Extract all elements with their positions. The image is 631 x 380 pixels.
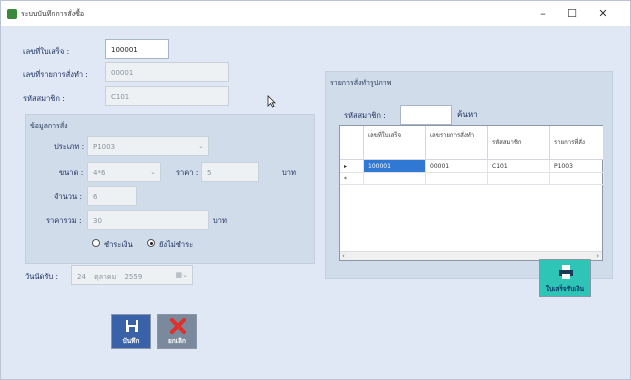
- size-label: ขนาด :: [59, 168, 84, 177]
- title-bar: ระบบบันทึกการสั่งซื้อ – ☐ ✕: [1, 1, 630, 27]
- grid-cell[interactable]: C101: [488, 160, 550, 173]
- chevron-down-icon: ⌄: [150, 168, 156, 176]
- grid-cell-empty[interactable]: [364, 173, 426, 185]
- unpaid-radio-label: ยังไม่ชำระ: [159, 240, 194, 249]
- type-value: P1003: [93, 143, 116, 151]
- cancel-button[interactable]: ยกเลิก: [157, 314, 197, 349]
- search-label: รหัสสมาชิก :: [344, 111, 386, 120]
- invoice-field[interactable]: 100001: [105, 39, 169, 59]
- scroll-right-icon[interactable]: ›: [596, 252, 599, 260]
- app-icon: [7, 9, 17, 19]
- total-unit: บาท: [213, 216, 227, 225]
- save-button[interactable]: บันทึก: [111, 314, 151, 349]
- close-button[interactable]: ✕: [591, 5, 615, 23]
- app-window: ระบบบันทึกการสั่งซื้อ – ☐ ✕ เลขที่ใบเสร็…: [0, 0, 631, 380]
- cancel-button-label: ยกเลิก: [168, 337, 186, 345]
- invoice-label: เลขที่ใบเสร็จ :: [23, 47, 70, 56]
- order-panel: ข้อมูลการสั่ง ประเภท : P1003 ⌄ ขนาด : 4*…: [25, 114, 315, 264]
- save-button-label: บันทึก: [122, 337, 140, 345]
- grid-header-member[interactable]: รหัสสมาชิก: [488, 126, 550, 160]
- list-panel-title: รายการสั่งทำรูปภาพ: [330, 79, 392, 87]
- grid-cell-empty[interactable]: [550, 173, 604, 185]
- price-field[interactable]: 5: [201, 162, 259, 182]
- member-label: รหัสสมาชิก :: [23, 94, 65, 103]
- orders-grid[interactable]: เลขที่ใบเสร็จ เลขรายการสั่งทำ รหัสสมาชิก…: [339, 125, 604, 261]
- grid-corner: [340, 126, 364, 160]
- grid-header-invoice[interactable]: เลขที่ใบเสร็จ: [364, 126, 426, 160]
- pickup-month: ตุลาคม: [94, 273, 117, 281]
- paid-radio[interactable]: [92, 239, 100, 247]
- unpaid-radio[interactable]: [147, 239, 155, 247]
- search-input[interactable]: [400, 105, 452, 125]
- calendar-icon: ▦⌄: [175, 271, 188, 279]
- minimize-button[interactable]: –: [531, 5, 555, 23]
- order-field[interactable]: 00001: [105, 62, 229, 82]
- grid-cell-empty[interactable]: [426, 173, 488, 185]
- mouse-cursor-icon: [267, 95, 276, 108]
- grid-header-order[interactable]: เลขรายการสั่งทำ: [426, 126, 488, 160]
- scroll-left-icon[interactable]: ‹: [342, 252, 345, 260]
- receipt-button[interactable]: ใบเสร็จรับเงิน: [539, 259, 591, 297]
- receipt-button-label: ใบเสร็จรับเงิน: [545, 285, 585, 293]
- type-label: ประเภท :: [54, 142, 85, 151]
- pickup-day: 24: [77, 273, 86, 281]
- size-combobox[interactable]: 4*6 ⌄: [87, 162, 161, 182]
- row-marker[interactable]: ▸: [340, 160, 364, 173]
- grid-cell[interactable]: P1003: [550, 160, 604, 173]
- pickup-year: 2559: [124, 273, 143, 281]
- pickup-label: วันนัดรับ :: [25, 272, 59, 281]
- pickup-datepicker[interactable]: 24 ตุลาคม 2559 ▦⌄: [71, 265, 193, 285]
- total-field[interactable]: 30: [87, 210, 209, 230]
- type-combobox[interactable]: P1003 ⌄: [87, 136, 209, 156]
- price-label: ราคา :: [176, 168, 199, 177]
- grid-cell-empty[interactable]: [488, 173, 550, 185]
- printer-icon: [559, 265, 573, 279]
- search-button[interactable]: ค้นหา: [457, 108, 478, 121]
- window-title: ระบบบันทึกการสั่งซื้อ: [21, 10, 85, 18]
- chevron-down-icon: ⌄: [198, 142, 204, 150]
- qty-label: จำนวน :: [54, 192, 82, 201]
- total-label: ราคารวม :: [46, 216, 82, 225]
- qty-field[interactable]: 6: [87, 186, 137, 206]
- red-x-icon: [170, 318, 186, 334]
- size-value: 4*6: [93, 169, 106, 177]
- grid-cell[interactable]: 00001: [426, 160, 488, 173]
- maximize-button[interactable]: ☐: [560, 5, 584, 23]
- new-row-marker[interactable]: *: [340, 173, 364, 185]
- price-unit: บาท: [282, 168, 296, 177]
- member-field[interactable]: C101: [105, 86, 229, 106]
- paid-radio-label: ชำระเงิน: [104, 240, 133, 249]
- grid-header-item[interactable]: รายการที่สั่ง: [550, 126, 604, 160]
- order-panel-title: ข้อมูลการสั่ง: [30, 122, 68, 130]
- grid-cell[interactable]: 100001: [364, 160, 426, 173]
- order-label: เลขที่รายการสั่งทำ :: [23, 70, 88, 79]
- floppy-disk-icon: [126, 320, 138, 332]
